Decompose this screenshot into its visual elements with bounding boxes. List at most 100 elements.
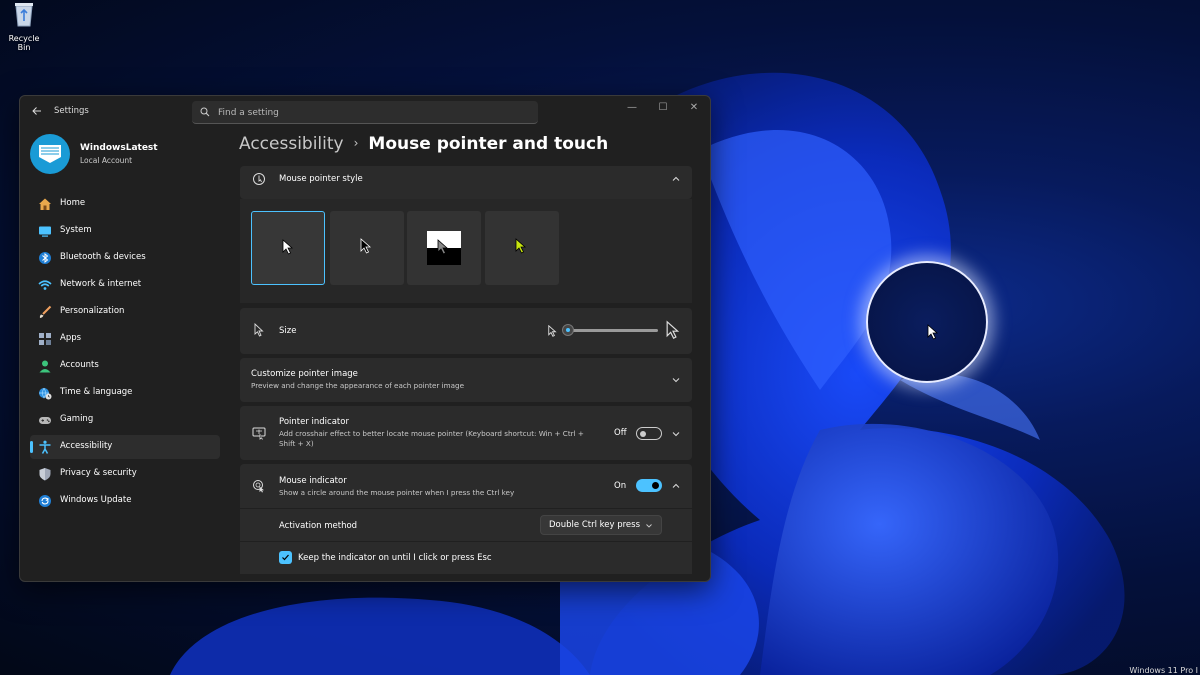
pointer-style-white[interactable] [251,211,325,285]
inverted-pointer-icon [437,239,449,255]
mouse-indicator-circle [866,261,988,383]
pointer-indicator-description: Add crosshair effect to better locate mo… [279,429,584,448]
size-title: Size [279,326,297,336]
sidebar-item-system[interactable]: System [30,219,220,243]
pointer-style-title: Mouse pointer style [279,174,363,184]
pointer-indicator-state: Off [614,428,627,438]
breadcrumb: Accessibility › Mouse pointer and touch [239,134,608,154]
apps-icon [39,333,51,345]
home-icon [39,198,51,210]
custom-pointer-icon [515,238,527,254]
sidebar-item-label: Time & language [60,387,133,397]
mouse-indicator-description: Show a circle around the mouse pointer w… [279,488,515,497]
mouse-indicator-title: Mouse indicator [279,476,347,486]
mouse-pointer-icon [927,324,939,340]
pointer-size-icon [254,323,264,337]
sidebar-item-privacy[interactable]: Privacy & security [30,462,220,486]
recycle-bin-label: Recycle Bin [8,34,40,52]
pointer-indicator-title: Pointer indicator [279,417,349,427]
settings-window: Settings — ☐ ✕ WindowsLatest Local Accou… [19,95,711,582]
white-pointer-icon [282,239,294,255]
breadcrumb-parent-link[interactable]: Accessibility [239,134,344,154]
pointer-style-black[interactable] [330,211,404,285]
sidebar-item-label: Accounts [60,360,99,370]
pointer-indicator-setting: Pointer indicator Add crosshair effect t… [240,406,692,460]
sidebar-item-accounts[interactable]: Accounts [30,354,220,378]
checkmark-icon [282,554,289,561]
globe-clock-icon [39,387,52,400]
monitor-icon [39,226,51,237]
sidebar-item-network[interactable]: Network & internet [30,273,220,297]
minimize-button[interactable]: — [617,100,647,116]
keep-indicator-row: Keep the indicator on until I click or p… [240,542,692,574]
pointer-style-inverted[interactable] [407,211,481,285]
gamepad-icon [39,417,51,424]
mouse-indicator-icon [253,480,264,493]
chevron-up-icon[interactable] [670,173,682,185]
recycle-bin-icon [15,3,33,27]
sidebar-item-windows-update[interactable]: Windows Update [30,489,220,513]
maximize-button[interactable]: ☐ [648,100,678,116]
app-title: Settings [54,106,89,116]
bluetooth-icon [39,252,51,264]
sidebar-item-gaming[interactable]: Gaming [30,408,220,432]
mouse-pointer-style-header[interactable]: Mouse pointer style [240,166,692,199]
customize-pointer-image[interactable]: Customize pointer image Preview and chan… [240,358,692,402]
chevron-down-icon[interactable] [670,428,682,440]
activation-method-row: Activation method Double Ctrl key press [240,509,692,541]
sidebar-item-accessibility[interactable]: Accessibility [30,435,220,459]
activation-method-dropdown[interactable]: Double Ctrl key press [540,515,662,535]
pointer-style-custom[interactable] [485,211,559,285]
customize-title: Customize pointer image [251,369,358,379]
sidebar-item-label: Home [60,198,86,208]
customize-description: Preview and change the appearance of eac… [251,381,465,390]
page-title: Mouse pointer and touch [368,134,609,154]
activation-method-value: Double Ctrl key press [549,520,641,530]
search-input[interactable] [216,103,520,123]
size-setting: Size [240,308,692,354]
pointer-indicator-toggle[interactable] [636,427,662,440]
recycle-bin-shortcut[interactable]: Recycle Bin [2,0,46,52]
large-pointer-icon [666,320,680,339]
profile-name: WindowsLatest [80,143,158,153]
brush-icon [39,305,52,318]
crosshair-icon [252,427,266,440]
keep-indicator-label: Keep the indicator on until I click or p… [298,553,492,563]
title-bar: Settings — ☐ ✕ [20,96,710,128]
sidebar-item-time-language[interactable]: Time & language [30,381,220,405]
avatar [30,134,70,174]
mouse-indicator-state: On [614,481,627,491]
back-button[interactable] [28,104,46,120]
sidebar-item-label: Privacy & security [60,468,137,478]
sidebar-item-label: Accessibility [60,441,113,451]
size-slider-track[interactable] [568,329,658,332]
sidebar-item-label: Personalization [60,306,125,316]
activation-method-label: Activation method [279,521,358,531]
sidebar-nav: Home System Bluetooth & devices Network … [30,192,220,516]
keep-indicator-checkbox[interactable] [279,551,292,564]
mouse-indicator-setting: Mouse indicator Show a circle around the… [240,464,692,508]
user-profile[interactable]: WindowsLatest Local Account [30,134,230,178]
breadcrumb-separator: › [353,136,359,150]
pointer-style-icon [253,173,265,185]
profile-account-type: Local Account [80,156,133,165]
sidebar-item-home[interactable]: Home [30,192,220,216]
mouse-indicator-toggle[interactable] [636,479,662,492]
chevron-down-icon[interactable] [670,374,682,386]
close-button[interactable]: ✕ [679,100,709,116]
sidebar-item-label: Apps [60,333,82,343]
sidebar-item-bluetooth[interactable]: Bluetooth & devices [30,246,220,270]
chevron-up-icon[interactable] [670,480,682,492]
sidebar-item-apps[interactable]: Apps [30,327,220,351]
size-slider-thumb[interactable] [562,324,574,336]
settings-content: Mouse pointer style Size Customize point… [240,166,692,581]
update-icon [39,495,51,507]
search-box[interactable] [192,101,538,124]
sidebar-item-personalization[interactable]: Personalization [30,300,220,324]
sidebar-item-label: System [60,225,92,235]
shield-icon [39,468,51,481]
pointer-style-options [240,199,692,303]
small-pointer-icon [548,325,557,337]
chevron-down-icon [646,524,652,528]
sidebar-item-label: Windows Update [60,495,132,505]
